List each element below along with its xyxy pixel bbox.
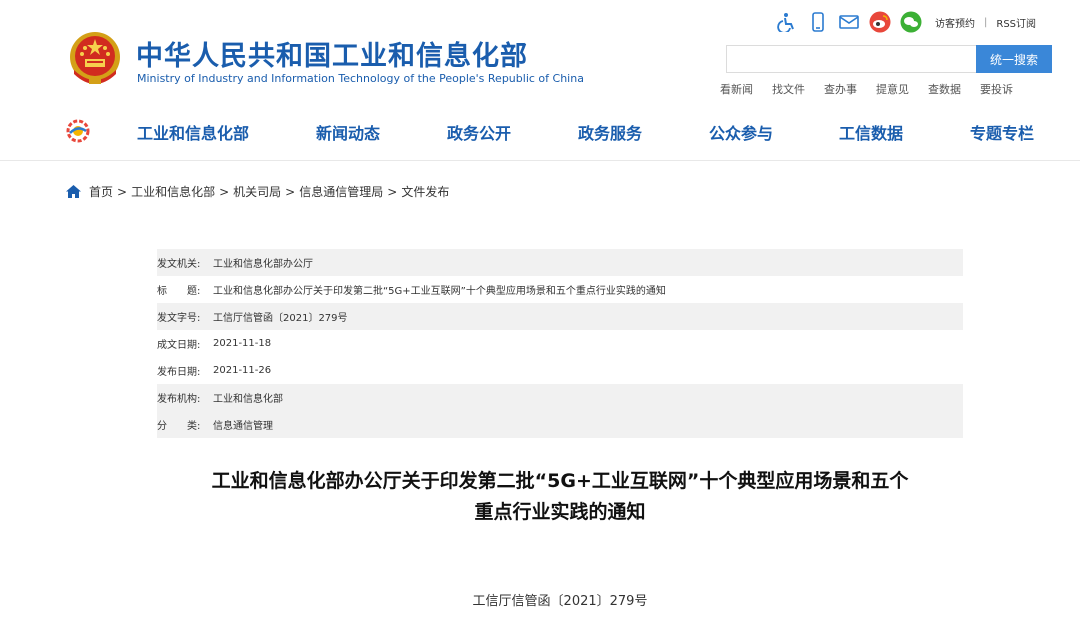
quick-link-services[interactable]: 查办事 [824, 81, 857, 97]
nav-item-gov-affairs[interactable]: 政务公开 [447, 120, 511, 144]
quick-links: 看新闻 找文件 查办事 提意见 查数据 要投诉 [720, 81, 1032, 97]
quick-link-data[interactable]: 查数据 [928, 81, 961, 97]
info-label: 发布机构: [157, 394, 201, 405]
visit-appointment-link[interactable]: 访客预约 [935, 15, 975, 30]
weibo-icon[interactable] [869, 11, 891, 33]
info-label: 标 题: [157, 286, 201, 297]
info-row-title: 标 题: 工业和信息化部办公厅关于印发第二批“5G+工业互联网”十个典型应用场景… [157, 276, 963, 303]
document-info-table: 发文机关: 工业和信息化部办公厅 标 题: 工业和信息化部办公厅关于印发第二批“… [157, 249, 963, 438]
breadcrumb-file-release[interactable]: 文件发布 [401, 183, 449, 200]
wechat-icon[interactable] [900, 11, 922, 33]
mail-icon[interactable] [838, 11, 860, 33]
quick-link-files[interactable]: 找文件 [772, 81, 805, 97]
nav-item-topics[interactable]: 专题专栏 [970, 120, 1034, 144]
breadcrumb-ministry[interactable]: 工业和信息化部 [131, 183, 215, 200]
tool-separator: | [984, 16, 988, 28]
info-row-category: 分 类: 信息通信管理 [157, 411, 963, 438]
nav-item-news[interactable]: 新闻动态 [316, 120, 380, 144]
mobile-icon[interactable] [807, 11, 829, 33]
top-tools: 访客预约 | RSS订阅 [776, 10, 1036, 34]
info-row-publisher: 发布机构: 工业和信息化部 [157, 384, 963, 411]
home-icon[interactable] [66, 185, 81, 198]
document-title-line: 工业和信息化部办公厅关于印发第二批“5G+工业互联网”十个典型应用场景和五个 [211, 470, 909, 492]
document-title-line: 重点行业实践的通知 [474, 501, 646, 523]
info-label: 分 类: [157, 421, 201, 432]
info-row-publish-date: 发布日期: 2021-11-26 [157, 357, 963, 384]
accessibility-icon[interactable] [776, 11, 798, 33]
breadcrumb-separator: > [219, 184, 230, 199]
search-button[interactable]: 统一搜索 [976, 45, 1052, 73]
info-value: 工信厅信管函〔2021〕279号 [213, 313, 348, 324]
ministry-logo-icon[interactable] [66, 119, 90, 143]
info-value: 2021-11-26 [213, 365, 272, 376]
info-label: 成文日期: [157, 340, 201, 351]
breadcrumb: 首页 > 工业和信息化部 > 机关司局 > 信息通信管理局 > 文件发布 [66, 183, 449, 200]
main-nav: 工业和信息化部 新闻动态 政务公开 政务服务 公众参与 工信数据 专题专栏 [0, 110, 1080, 150]
quick-link-feedback[interactable]: 提意见 [876, 81, 909, 97]
info-label: 发文机关: [157, 259, 201, 270]
info-value: 信息通信管理 [213, 421, 273, 432]
info-value: 工业和信息化部办公厅 [213, 259, 313, 270]
info-label: 发文字号: [157, 313, 201, 324]
info-row-doc-number: 发文字号: 工信厅信管函〔2021〕279号 [157, 303, 963, 330]
breadcrumb-separator: > [285, 184, 296, 199]
breadcrumb-telecom-bureau[interactable]: 信息通信管理局 [299, 183, 383, 200]
breadcrumb-departments[interactable]: 机关司局 [233, 183, 281, 200]
breadcrumb-home[interactable]: 首页 [89, 183, 113, 200]
search-input[interactable] [726, 45, 976, 73]
rss-link[interactable]: RSS订阅 [996, 15, 1036, 30]
info-label: 发布日期: [157, 367, 201, 378]
nav-item-gov-services[interactable]: 政务服务 [578, 120, 642, 144]
quick-link-complaint[interactable]: 要投诉 [980, 81, 1013, 97]
info-value: 2021-11-18 [213, 338, 272, 349]
breadcrumb-separator: > [117, 184, 128, 199]
quick-link-news[interactable]: 看新闻 [720, 81, 753, 97]
info-value: 工业和信息化部 [213, 394, 283, 405]
document-number: 工信厅信管函〔2021〕279号 [472, 594, 648, 609]
breadcrumb-separator: > [387, 184, 398, 199]
national-emblem-icon[interactable] [68, 30, 122, 88]
nav-item-public-participation[interactable]: 公众参与 [709, 120, 773, 144]
nav-item-data[interactable]: 工信数据 [839, 120, 903, 144]
site-header: 中华人民共和国工业和信息化部 Ministry of Industry and … [0, 0, 1080, 161]
nav-item-ministry[interactable]: 工业和信息化部 [137, 120, 249, 144]
info-value: 工业和信息化部办公厅关于印发第二批“5G+工业互联网”十个典型应用场景和五个重点… [213, 286, 666, 297]
info-row-issuer: 发文机关: 工业和信息化部办公厅 [157, 249, 963, 276]
site-title: 中华人民共和国工业和信息化部 [136, 41, 528, 72]
site-subtitle: Ministry of Industry and Information Tec… [137, 72, 584, 85]
info-row-written-date: 成文日期: 2021-11-18 [157, 330, 963, 357]
document-title: 工业和信息化部办公厅关于印发第二批“5G+工业互联网”十个典型应用场景和五个 重… [150, 466, 970, 528]
